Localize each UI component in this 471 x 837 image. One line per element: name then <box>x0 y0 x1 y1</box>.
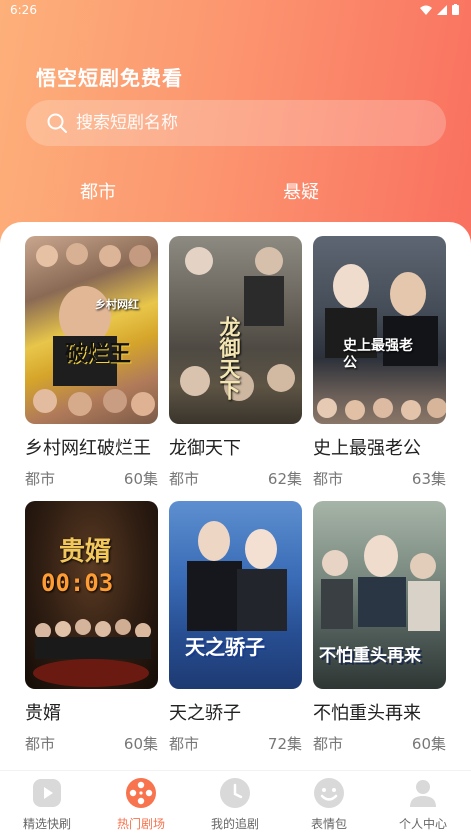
search-input[interactable] <box>76 113 376 133</box>
search-icon <box>47 113 67 133</box>
drama-genre: 都市 <box>313 470 344 488</box>
drama-card[interactable]: 龙御天下 龙御天下 都市 62集 <box>169 236 302 489</box>
drama-card[interactable]: 天之骄子 天之骄子 都市 72集 <box>169 501 302 754</box>
drama-episodes: 72集 <box>267 735 302 753</box>
poster-title: 贵婿 <box>59 537 112 567</box>
nav-item-following[interactable]: 我的追剧 <box>188 777 282 832</box>
header-banner: 6:26 悟空短剧免费看 都市 悬疑 <box>0 0 471 250</box>
drama-title[interactable]: 史上最强老公 <box>313 434 446 460</box>
drama-poster[interactable]: 史上最强老公 <box>313 236 446 424</box>
poster-tag: 乡村网红 <box>95 298 139 311</box>
drama-poster[interactable]: 不怕重头再来 <box>313 501 446 689</box>
poster-art <box>33 243 155 416</box>
drama-genre: 都市 <box>169 470 200 488</box>
drama-title[interactable]: 乡村网红破烂王 <box>25 434 158 460</box>
play-icon <box>33 779 61 807</box>
drama-meta: 都市 60集 <box>313 733 446 754</box>
drama-poster[interactable]: 龙御天下 <box>169 236 302 424</box>
nav-label: 精选快刷 <box>22 817 71 831</box>
drama-episodes: 63集 <box>411 470 446 488</box>
poster-art <box>187 521 287 631</box>
poster-title: 史上最强老公 <box>343 338 413 371</box>
drama-genre: 都市 <box>25 735 56 753</box>
person-icon <box>410 780 436 807</box>
tab-dushi[interactable]: 都市 <box>80 178 116 204</box>
poster-art <box>317 264 446 420</box>
drama-meta: 都市 60集 <box>25 733 158 754</box>
poster-counter: 00:03 <box>41 569 114 597</box>
drama-poster[interactable]: 贵婿 00:03 <box>25 501 158 689</box>
drama-poster[interactable]: 乡村网红 破烂王 <box>25 236 158 424</box>
bottom-nav: 精选快刷 热门剧场 我的追剧 表情包 个人中心 <box>0 770 471 837</box>
film-reel-icon <box>126 778 156 808</box>
drama-genre: 都市 <box>313 735 344 753</box>
nav-item-featured[interactable]: 精选快刷 <box>0 777 94 832</box>
nav-label: 我的追剧 <box>210 817 259 831</box>
nav-item-stickers[interactable]: 表情包 <box>282 777 376 832</box>
drama-grid: 乡村网红 破烂王 乡村网红破烂王 都市 60集 龙御天下 龙御天下 都市 62集 <box>0 222 471 770</box>
nav-label: 个人中心 <box>398 817 447 831</box>
drama-card[interactable]: 不怕重头再来 不怕重头再来 都市 60集 <box>313 501 446 754</box>
signal-icon <box>437 4 447 15</box>
drama-title[interactable]: 贵婿 <box>25 699 158 725</box>
app-title: 悟空短剧免费看 <box>36 66 183 90</box>
drama-episodes: 62集 <box>267 470 302 488</box>
poster-title: 不怕重头再来 <box>319 646 421 666</box>
poster-title: 破烂王 <box>65 342 132 367</box>
category-tabs: 都市 悬疑 <box>0 178 471 210</box>
drama-card[interactable]: 乡村网红 破烂王 乡村网红破烂王 都市 60集 <box>25 236 158 489</box>
drama-title[interactable]: 龙御天下 <box>169 434 302 460</box>
drama-meta: 都市 60集 <box>25 468 158 489</box>
smiley-icon <box>314 778 344 808</box>
poster-title: 龙御天下 <box>217 316 241 400</box>
wifi-icon <box>420 5 432 15</box>
drama-poster[interactable]: 天之骄子 <box>169 501 302 689</box>
drama-card[interactable]: 贵婿 00:03 贵婿 都市 60集 <box>25 501 158 754</box>
nav-label: 表情包 <box>310 817 347 831</box>
drama-title[interactable]: 天之骄子 <box>169 699 302 725</box>
drama-title[interactable]: 不怕重头再来 <box>313 699 446 725</box>
drama-genre: 都市 <box>169 735 200 753</box>
status-time: 6:26 <box>10 3 37 17</box>
drama-episodes: 60集 <box>123 470 158 488</box>
drama-meta: 都市 72集 <box>169 733 302 754</box>
drama-card[interactable]: 史上最强老公 史上最强老公 都市 63集 <box>313 236 446 489</box>
drama-episodes: 60集 <box>411 735 446 753</box>
nav-item-profile[interactable]: 个人中心 <box>376 777 470 832</box>
battery-icon <box>452 4 459 15</box>
drama-episodes: 60集 <box>123 735 158 753</box>
poster-title: 天之骄子 <box>185 635 265 659</box>
status-bar: 6:26 <box>0 0 471 22</box>
nav-item-theater[interactable]: 热门剧场 <box>94 777 188 832</box>
search-bar[interactable] <box>26 100 446 146</box>
nav-label: 热门剧场 <box>116 817 165 831</box>
tab-xuanyi[interactable]: 悬疑 <box>283 178 319 204</box>
drama-meta: 都市 63集 <box>313 468 446 489</box>
status-icons <box>420 4 459 15</box>
clock-icon <box>220 778 250 808</box>
drama-meta: 都市 62集 <box>169 468 302 489</box>
drama-genre: 都市 <box>25 470 56 488</box>
